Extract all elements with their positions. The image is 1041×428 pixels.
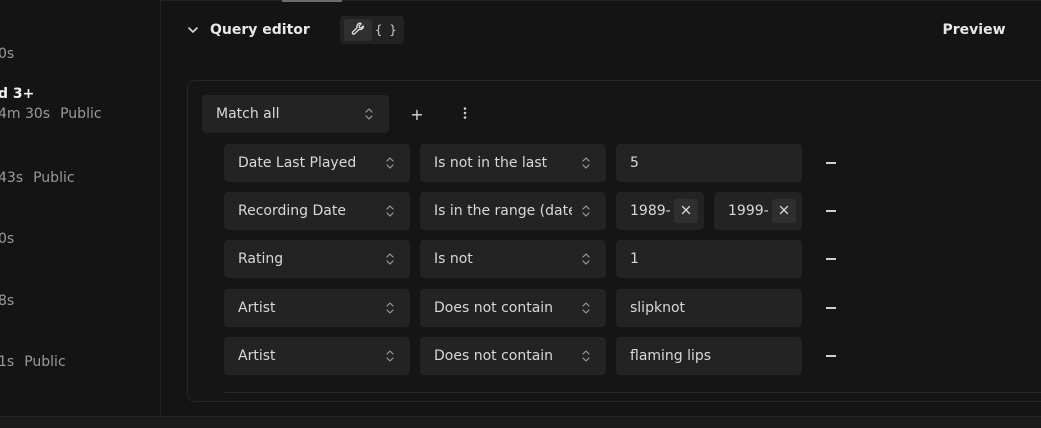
app-root: 0s d 3+ 4m 30s Public 43s Public 0s 8s 1s P… xyxy=(0,0,1041,428)
updown-caret-icon xyxy=(580,252,592,266)
range-end-input[interactable]: 1999- xyxy=(714,192,802,230)
minus-icon xyxy=(826,258,836,260)
rule-value-input[interactable]: 1 xyxy=(616,240,802,278)
rule-field-value: Artist xyxy=(238,348,276,364)
updown-caret-icon xyxy=(580,204,592,218)
rule-operator-value: Is in the range (date) xyxy=(434,203,572,219)
minus-icon xyxy=(826,307,836,309)
rule-operator-value: Does not contain xyxy=(434,348,554,364)
clear-end-button[interactable] xyxy=(772,199,796,223)
top-tab-indicator xyxy=(282,0,342,2)
updown-caret-icon xyxy=(384,156,396,170)
updown-caret-icon xyxy=(580,156,592,170)
list-item-visibility: Public xyxy=(33,170,75,186)
list-item[interactable]: 8s xyxy=(0,293,14,309)
list-item-title: d 3+ xyxy=(0,86,35,102)
list-item[interactable]: d 3+ 4m 30s Public xyxy=(0,86,102,122)
query-editor-header: Query editor { } xyxy=(186,14,404,46)
range-end-value: 1999- xyxy=(728,203,769,219)
rule-field-select[interactable]: Artist xyxy=(224,337,410,375)
rule-field-value: Recording Date xyxy=(238,203,346,219)
updown-caret-icon xyxy=(384,349,396,363)
close-icon xyxy=(681,203,691,219)
json-mode-button[interactable]: { } xyxy=(372,19,400,41)
kebab-icon xyxy=(463,105,467,124)
clear-start-button[interactable] xyxy=(674,199,698,223)
add-rule-button[interactable]: + xyxy=(404,101,430,127)
rule-field-select[interactable]: Artist xyxy=(224,289,410,327)
list-item-meta: 8s xyxy=(0,293,15,309)
rule-value-input[interactable]: 5 xyxy=(616,144,802,182)
list-item[interactable]: 0s xyxy=(0,231,14,247)
list-item-visibility: Public xyxy=(24,354,66,370)
rule-field-value: Rating xyxy=(238,251,284,267)
list-item[interactable]: 0s xyxy=(0,46,14,62)
bottom-bar xyxy=(0,416,1041,428)
builder-mode-button[interactable] xyxy=(343,19,372,41)
minus-icon xyxy=(826,355,836,357)
list-item-meta: 0s xyxy=(0,231,15,247)
range-start-value: 1989- xyxy=(630,203,671,219)
rule-operator-select[interactable]: Is not xyxy=(420,240,606,278)
list-item-meta: 4m 30s xyxy=(0,106,51,122)
list-item-visibility: Public xyxy=(60,106,102,122)
more-options-button[interactable] xyxy=(452,101,478,127)
rule-operator-select[interactable]: Does not contain xyxy=(420,337,606,375)
remove-rule-button[interactable] xyxy=(819,199,843,223)
rule-operator-value: Is not xyxy=(434,251,473,267)
rule-operator-select[interactable]: Is in the range (date) xyxy=(420,192,606,230)
remove-rule-button[interactable] xyxy=(819,247,843,271)
updown-caret-icon xyxy=(580,301,592,315)
list-item-meta: 1s xyxy=(0,354,15,370)
editor-mode-toggle: { } xyxy=(339,16,404,44)
chevron-down-icon[interactable] xyxy=(186,23,200,37)
rule-operator-value: Is not in the last xyxy=(434,155,548,171)
rule-field-value: Artist xyxy=(238,300,276,316)
range-start-input[interactable]: 1989- xyxy=(616,192,704,230)
rule-field-select[interactable]: Rating xyxy=(224,240,410,278)
rule-field-select[interactable]: Date Last Played xyxy=(224,144,410,182)
list-item-meta: 0s xyxy=(0,46,15,62)
close-icon xyxy=(779,203,789,219)
list-item[interactable]: 1s Public xyxy=(0,354,66,370)
remove-rule-button[interactable] xyxy=(819,296,843,320)
rule-field-select[interactable]: Recording Date xyxy=(224,192,410,230)
updown-caret-icon xyxy=(384,252,396,266)
updown-caret-icon xyxy=(384,204,396,218)
rule-value-input[interactable]: slipknot xyxy=(616,289,802,327)
sidebar-divider xyxy=(160,0,161,416)
remove-rule-button[interactable] xyxy=(819,151,843,175)
match-mode-select[interactable]: Match all xyxy=(202,95,389,133)
list-item[interactable]: 43s Public xyxy=(0,170,75,186)
wrench-icon xyxy=(350,21,366,40)
updown-caret-icon xyxy=(580,349,592,363)
next-group-edge xyxy=(225,392,1041,393)
query-editor-title[interactable]: Query editor xyxy=(210,22,310,38)
rule-operator-value: Does not contain xyxy=(434,300,554,316)
remove-rule-button[interactable] xyxy=(819,344,843,368)
minus-icon xyxy=(826,210,836,212)
playlist-list: 0s d 3+ 4m 30s Public 43s Public 0s 8s 1s P… xyxy=(0,0,160,416)
rule-field-value: Date Last Played xyxy=(238,155,357,171)
list-item-meta: 43s xyxy=(0,170,24,186)
updown-caret-icon xyxy=(363,107,375,121)
rule-value-input[interactable]: flaming lips xyxy=(616,337,802,375)
match-mode-value: Match all xyxy=(216,106,280,122)
rule-operator-select[interactable]: Does not contain xyxy=(420,289,606,327)
updown-caret-icon xyxy=(384,301,396,315)
rule-operator-select[interactable]: Is not in the last xyxy=(420,144,606,182)
minus-icon xyxy=(826,162,836,164)
preview-button[interactable]: Preview xyxy=(930,14,1018,46)
